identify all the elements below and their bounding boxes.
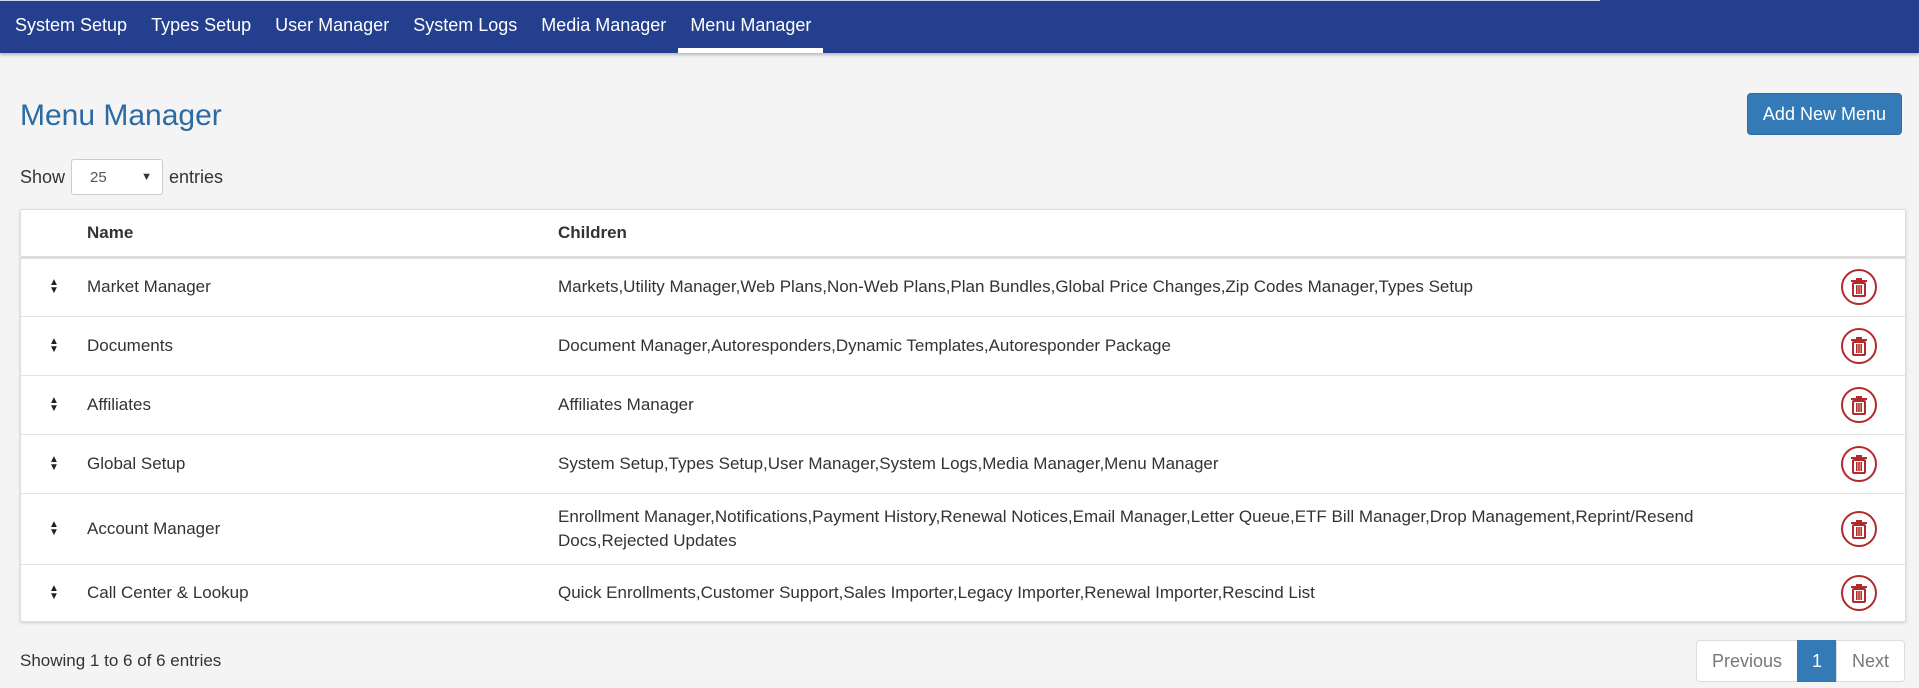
- nav-item-menu-manager[interactable]: Menu Manager: [678, 0, 824, 53]
- row-name: Documents: [87, 316, 558, 376]
- header-handle: [21, 210, 87, 259]
- nav-item-system-setup[interactable]: System Setup: [3, 0, 139, 53]
- table-row: ▲ ▼ Market Manager Markets,Utility Manage…: [21, 257, 1905, 317]
- sort-handle-icon[interactable]: ▲ ▼: [21, 454, 87, 472]
- sort-handle-icon[interactable]: ▲ ▼: [21, 395, 87, 413]
- table-row: ▲ ▼ Account Manager Enrollment Manager,No…: [21, 493, 1905, 565]
- row-name: Call Center & Lookup: [87, 582, 249, 602]
- add-new-menu-button[interactable]: Add New Menu: [1746, 93, 1902, 135]
- header-action: [1837, 210, 1905, 259]
- trash-icon[interactable]: [1841, 510, 1877, 547]
- row-name: Global Setup: [87, 434, 558, 494]
- header-children[interactable]: Children: [558, 210, 1837, 259]
- menu-table-card: Name Children ▲ ▼ Market Manager Markets,…: [20, 209, 1906, 622]
- table-footer: Showing 1 to 6 of 6 entries Previous 1 N…: [20, 640, 1905, 682]
- row-children: Markets,Utility Manager,Web Plans,Non-We…: [558, 277, 1474, 296]
- page-title: Menu Manager: [20, 99, 222, 132]
- entries-per-page-value: 25: [90, 168, 107, 186]
- trash-icon[interactable]: [1841, 445, 1877, 482]
- page-header: Menu Manager Add New Menu: [20, 93, 1902, 135]
- nav-item-types-setup[interactable]: Types Setup: [139, 0, 263, 53]
- caret-down-icon: ▼: [141, 171, 153, 183]
- row-children: Enrollment Manager,Notifications,Payment…: [558, 506, 1694, 550]
- row-name: Account Manager: [87, 493, 558, 565]
- entries-per-page-select[interactable]: 25 ▼: [71, 159, 164, 195]
- row-children: System Setup,Types Setup,User Manager,Sy…: [558, 453, 1219, 473]
- menu-table: Name Children ▲ ▼ Market Manager Markets,…: [21, 210, 1905, 621]
- nav-item-system-logs[interactable]: System Logs: [401, 0, 529, 53]
- sort-handle-icon[interactable]: ▲ ▼: [21, 278, 87, 296]
- trash-icon[interactable]: [1841, 269, 1877, 305]
- table-row: ▲ ▼ Global Setup System Setup,Types Setup…: [21, 434, 1905, 494]
- table-row: ▲ ▼ Documents Document Manager,Autorespon…: [21, 316, 1905, 376]
- pagination-page-1[interactable]: 1: [1796, 640, 1837, 682]
- pagination-next[interactable]: Next: [1835, 640, 1905, 682]
- row-name: Market Manager: [87, 257, 558, 317]
- table-info: Showing 1 to 6 of 6 entries: [20, 651, 222, 670]
- row-name: Affiliates: [87, 375, 558, 435]
- trash-icon[interactable]: [1841, 327, 1877, 364]
- table-header-row: Name Children: [21, 210, 1905, 259]
- pagination-previous[interactable]: Previous: [1695, 640, 1798, 682]
- sort-handle-icon[interactable]: ▲ ▼: [21, 583, 87, 601]
- row-children: Quick Enrollments,Customer Support,Sales…: [558, 582, 1315, 602]
- table-row: ▲ ▼ Affiliates Affiliates Manager: [21, 375, 1905, 435]
- show-label: Show: [20, 166, 66, 187]
- pagination: Previous 1 Next: [1695, 640, 1905, 682]
- table-row: ▲ ▼ Call Center & Lookup Quick Enrollment…: [21, 564, 1905, 621]
- trash-icon[interactable]: [1841, 386, 1877, 423]
- header-name[interactable]: Name: [87, 210, 558, 259]
- row-children: Affiliates Manager: [558, 394, 694, 414]
- nav-item-media-manager[interactable]: Media Manager: [529, 0, 678, 53]
- entries-label: entries: [169, 166, 224, 187]
- entries-length-control: Show 25 ▼ entries: [20, 159, 223, 195]
- sort-handle-icon[interactable]: ▲ ▼: [21, 519, 87, 537]
- top-navigation: System Setup Types Setup User Manager Sy…: [0, 0, 1919, 53]
- sort-handle-icon[interactable]: ▲ ▼: [21, 336, 87, 354]
- row-children: Document Manager,Autoresponders,Dynamic …: [558, 335, 1171, 355]
- trash-icon[interactable]: [1841, 574, 1877, 611]
- nav-item-user-manager[interactable]: User Manager: [263, 0, 401, 53]
